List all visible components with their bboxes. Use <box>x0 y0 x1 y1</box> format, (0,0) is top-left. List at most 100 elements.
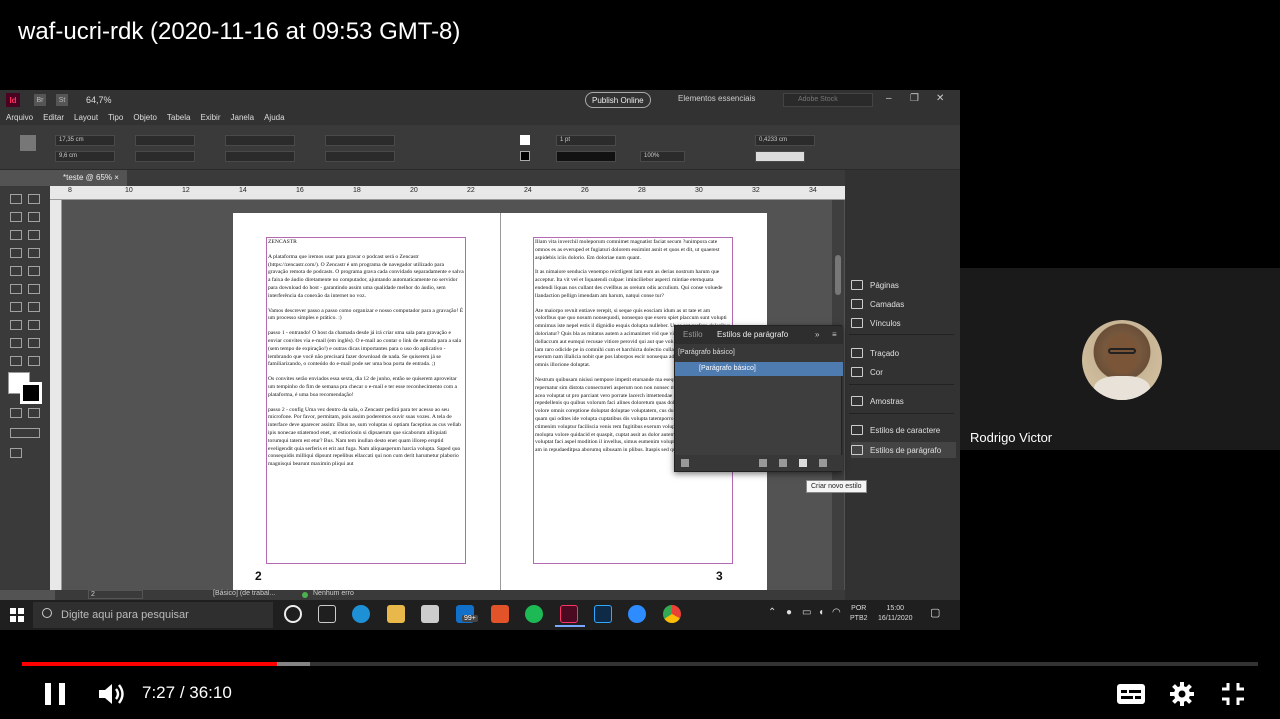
task-view-icon[interactable] <box>318 605 336 623</box>
rectangle-frame-tool-icon[interactable] <box>10 284 22 294</box>
style-status[interactable]: [Básico] (de trabal... <box>213 590 275 597</box>
hand-tool-icon[interactable] <box>10 356 22 366</box>
y-position-field[interactable]: 9,6 cm <box>55 151 115 162</box>
photoshop-icon[interactable] <box>594 605 612 623</box>
microphone-icon[interactable]: ● <box>786 608 792 618</box>
scissors-tool-icon[interactable] <box>10 302 22 312</box>
wifi-icon[interactable]: ◠ <box>832 608 841 618</box>
panel-links[interactable]: Vínculos <box>851 318 901 328</box>
close-icon[interactable]: ✕ <box>936 93 944 104</box>
panel-character-styles[interactable]: Estilos de caractere <box>851 425 940 435</box>
page-left[interactable]: ZENCASTR A plataforma que iremos usar pa… <box>233 213 500 590</box>
publish-online-button[interactable]: Publish Online <box>585 92 651 108</box>
bridge-button[interactable]: Br <box>34 94 46 106</box>
menu-tabela[interactable]: Tabela <box>167 113 191 122</box>
fill-swatch-icon[interactable] <box>520 135 530 145</box>
pen-tool-icon[interactable] <box>10 266 22 276</box>
chrome-icon[interactable] <box>663 605 681 623</box>
panel-layers[interactable]: Camadas <box>851 299 904 309</box>
minimize-icon[interactable]: – <box>886 93 892 104</box>
type-tool-icon[interactable] <box>10 248 22 258</box>
cloud-library-icon[interactable] <box>681 459 689 467</box>
panel-menu-icon[interactable]: ≡ <box>832 330 837 339</box>
new-group-icon[interactable] <box>759 459 767 467</box>
tab-estilos-paragrafo[interactable]: Estilos de parágrafo <box>717 330 788 339</box>
line-tool-icon[interactable] <box>28 248 40 258</box>
volume-icon[interactable] <box>97 681 127 707</box>
spotify-icon[interactable] <box>525 605 543 623</box>
zoom-level[interactable]: 64,7% <box>86 95 112 105</box>
selection-tool-icon[interactable] <box>10 194 22 204</box>
scroll-thumb[interactable] <box>835 255 841 295</box>
windows-start-icon[interactable] <box>10 608 24 622</box>
store-icon[interactable] <box>421 605 439 623</box>
eyedropper-tool-icon[interactable] <box>28 338 40 348</box>
panel-paragraph-styles[interactable]: Estilos de parágrafo <box>851 442 956 458</box>
formatting-container-icon[interactable] <box>10 408 22 418</box>
paragraph-styles-panel[interactable]: Estilo Estilos de parágrafo » ≡ [Parágra… <box>674 325 843 472</box>
preflight-status[interactable]: Nenhum erro <box>313 590 354 597</box>
pause-icon[interactable] <box>45 683 65 705</box>
width-field[interactable] <box>135 135 195 146</box>
subtitles-icon[interactable] <box>1117 684 1145 704</box>
content-placer-icon[interactable] <box>28 230 40 240</box>
stroke-type-select[interactable] <box>556 151 616 162</box>
language-indicator[interactable]: POR PTB2 <box>850 604 868 624</box>
edge-icon[interactable] <box>352 605 370 623</box>
tab-estilo[interactable]: Estilo <box>683 330 703 339</box>
office-icon[interactable] <box>491 605 509 623</box>
file-explorer-icon[interactable] <box>387 605 405 623</box>
progress-bar[interactable] <box>22 662 1258 666</box>
panel-collapse-icon[interactable]: » <box>815 330 819 339</box>
formatting-text-icon[interactable] <box>28 408 40 418</box>
menu-janela[interactable]: Janela <box>231 113 255 122</box>
panel-pages[interactable]: Páginas <box>851 280 899 290</box>
gradient-feather-tool-icon[interactable] <box>28 320 40 330</box>
rectangle-tool-icon[interactable] <box>28 284 40 294</box>
opacity-field[interactable]: 100% <box>640 151 685 162</box>
menu-ajuda[interactable]: Ajuda <box>264 113 284 122</box>
note-tool-icon[interactable] <box>10 338 22 348</box>
style-list-item[interactable]: [Parágrafo básico] <box>675 362 843 376</box>
panel-color[interactable]: Cor <box>851 367 883 377</box>
text-frame-left[interactable]: ZENCASTR A plataforma que iremos usar pa… <box>266 237 466 564</box>
indesign-taskbar-icon[interactable] <box>555 605 585 627</box>
menu-tipo[interactable]: Tipo <box>108 113 123 122</box>
tray-chevron-icon[interactable]: ⌃ <box>768 608 776 618</box>
content-collector-icon[interactable] <box>10 230 22 240</box>
direct-selection-tool-icon[interactable] <box>28 194 40 204</box>
zoom-tool-icon[interactable] <box>28 356 40 366</box>
gap-field[interactable]: 0,4233 cm <box>755 135 815 146</box>
notifications-icon[interactable]: ▢ <box>930 608 940 619</box>
mail-icon[interactable]: 99+ <box>456 605 478 623</box>
zoom-app-icon[interactable] <box>628 605 646 623</box>
page-selector[interactable]: 2 <box>88 590 143 599</box>
close-tab-icon[interactable]: × <box>114 173 119 182</box>
cortana-icon[interactable] <box>284 605 302 623</box>
new-style-icon[interactable] <box>799 459 807 467</box>
stroke-weight-field[interactable]: 1 pt <box>556 135 616 146</box>
menu-objeto[interactable]: Objeto <box>133 113 157 122</box>
clear-overrides-icon[interactable] <box>779 459 787 467</box>
panel-stroke[interactable]: Traçado <box>851 348 899 358</box>
restore-icon[interactable]: ❐ <box>910 93 919 104</box>
free-transform-tool-icon[interactable] <box>28 302 40 312</box>
menu-editar[interactable]: Editar <box>43 113 64 122</box>
height-field[interactable] <box>135 151 195 162</box>
menu-exibir[interactable]: Exibir <box>200 113 220 122</box>
speaker-icon[interactable]: ◖ <box>818 608 824 618</box>
x-position-field[interactable]: 17,35 cm <box>55 135 115 146</box>
stock-button[interactable]: St <box>56 94 68 106</box>
scale-y-field[interactable] <box>225 151 295 162</box>
shear-field[interactable] <box>325 151 395 162</box>
stroke-color-icon[interactable] <box>20 382 42 404</box>
delete-style-icon[interactable] <box>819 459 827 467</box>
reference-point-icon[interactable] <box>20 135 36 151</box>
gap-tool-icon[interactable] <box>28 212 40 222</box>
adobe-stock-search[interactable]: Adobe Stock <box>783 93 873 107</box>
view-mode-icon[interactable] <box>10 448 22 458</box>
taskbar-search[interactable]: Digite aqui para pesquisar <box>33 602 273 628</box>
page-tool-icon[interactable] <box>10 212 22 222</box>
exit-fullscreen-icon[interactable] <box>1219 680 1247 708</box>
clock[interactable]: 15:00 16/11/2020 <box>878 604 913 624</box>
